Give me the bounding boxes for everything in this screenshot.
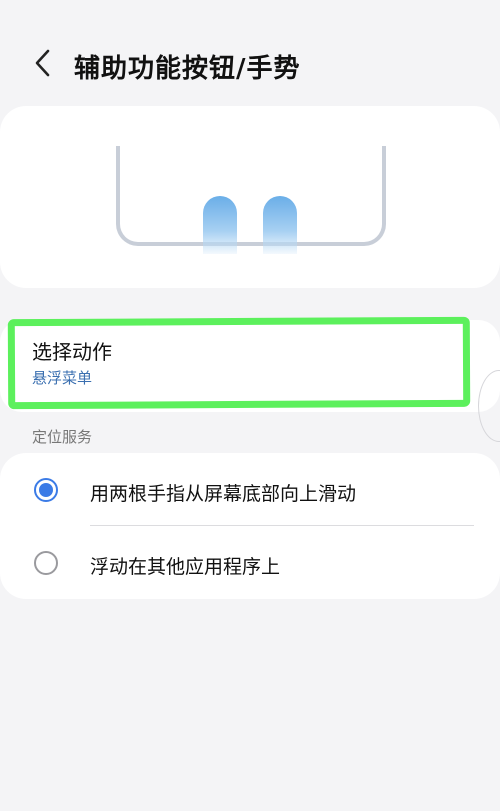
option-label: 浮动在其他应用程序上	[90, 556, 281, 578]
finger-left-illustration	[203, 196, 237, 254]
option-two-finger-swipe[interactable]: 用两根手指从屏幕底部向上滑动	[0, 455, 500, 525]
section-label: 定位服务	[32, 428, 93, 446]
chevron-left-icon	[35, 49, 50, 77]
option-floating-button[interactable]: 浮动在其他应用程序上	[0, 528, 500, 598]
gesture-options-card: 用两根手指从屏幕底部向上滑动 浮动在其他应用程序上	[0, 453, 500, 599]
divider	[90, 525, 474, 526]
gesture-preview-card	[0, 106, 500, 288]
highlight-annotation	[7, 316, 471, 410]
radio-checked-icon[interactable]	[34, 478, 58, 502]
phone-illustration	[116, 146, 386, 246]
radio-unchecked-icon[interactable]	[34, 551, 58, 575]
screen: 辅助功能按钮/手势 选择动作 悬浮菜单 定位服务 用两根手指从屏幕底部向上滑动 …	[0, 0, 500, 811]
finger-right-illustration	[263, 196, 297, 254]
option-label: 用两根手指从屏幕底部向上滑动	[90, 483, 357, 505]
app-header: 辅助功能按钮/手势	[0, 36, 500, 92]
back-button[interactable]	[26, 46, 60, 80]
page-title: 辅助功能按钮/手势	[74, 54, 301, 84]
